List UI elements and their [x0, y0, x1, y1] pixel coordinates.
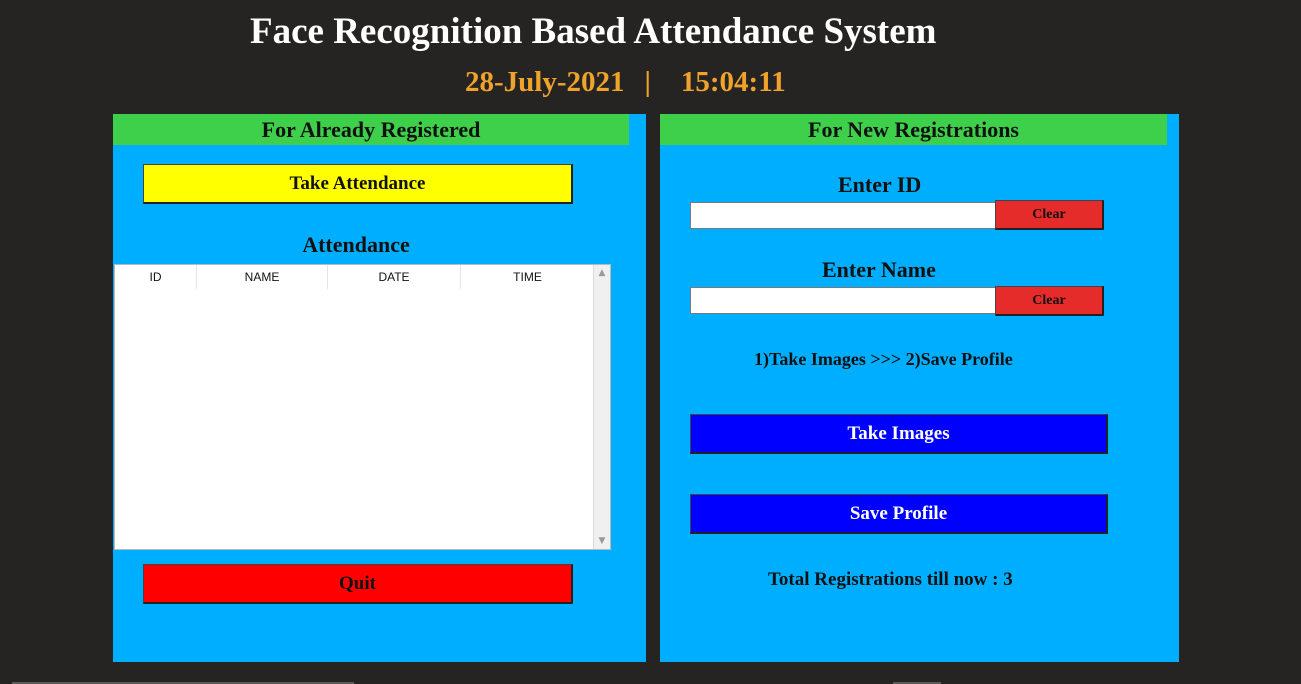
enter-id-label: Enter ID — [838, 172, 922, 197]
attendance-table-header: ID NAME DATE TIME — [115, 265, 594, 289]
time-text: 15:04:11 — [680, 66, 786, 98]
take-images-button[interactable]: Take Images — [690, 414, 1108, 454]
clear-name-button[interactable]: Clear — [995, 286, 1104, 316]
column-header-name[interactable]: NAME — [197, 265, 328, 289]
already-registered-header: For Already Registered — [113, 114, 629, 145]
enter-name-label: Enter Name — [822, 257, 936, 282]
attendance-label: Attendance — [302, 232, 410, 257]
new-registrations-panel: For New Registrations Enter ID Clear Ent… — [660, 114, 1179, 662]
chevron-up-icon[interactable]: ▲ — [594, 265, 610, 281]
new-registrations-header: For New Registrations — [660, 114, 1167, 145]
registration-steps-text: 1)Take Images >>> 2)Save Profile — [754, 349, 1013, 369]
clear-id-button[interactable]: Clear — [995, 200, 1104, 230]
date-text: 28-July-2021 — [465, 66, 625, 98]
take-attendance-button[interactable]: Take Attendance — [143, 164, 573, 204]
total-registrations-text: Total Registrations till now : 3 — [768, 569, 1013, 590]
quit-button[interactable]: Quit — [143, 564, 573, 604]
chevron-down-icon[interactable]: ▼ — [594, 533, 610, 549]
app-title: Face Recognition Based Attendance System — [250, 11, 937, 52]
date-time-display: 28-July-2021 | 15:04:11 — [465, 66, 786, 99]
save-profile-button[interactable]: Save Profile — [690, 494, 1108, 534]
column-header-id[interactable]: ID — [115, 265, 197, 289]
column-header-date[interactable]: DATE — [328, 265, 461, 289]
column-header-time[interactable]: TIME — [461, 265, 594, 289]
already-registered-panel: For Already Registered Take Attendance A… — [113, 114, 646, 662]
table-scrollbar[interactable]: ▲ ▼ — [593, 265, 610, 549]
attendance-table[interactable]: ID NAME DATE TIME ▲ ▼ — [114, 264, 611, 550]
name-input[interactable] — [690, 287, 996, 314]
id-input[interactable] — [690, 202, 996, 229]
date-time-separator: | — [644, 66, 651, 98]
